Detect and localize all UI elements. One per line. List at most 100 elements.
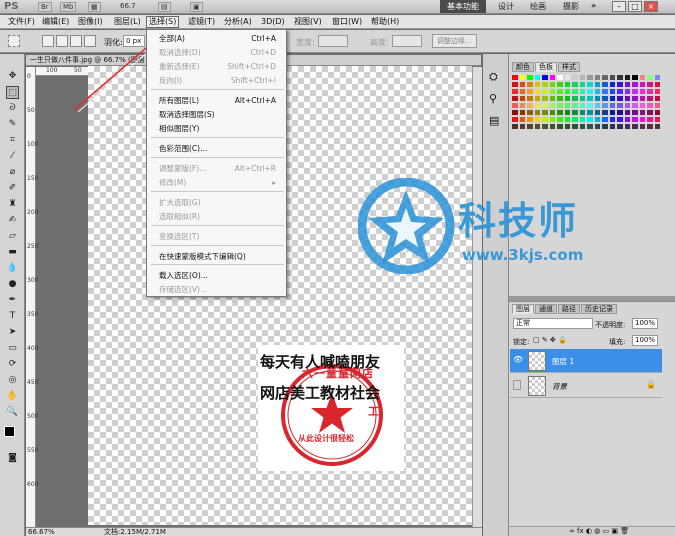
view-extras-button[interactable]: ▦ <box>88 2 101 12</box>
color-swatch[interactable] <box>601 102 609 109</box>
menu-view[interactable]: 视图(V) <box>292 16 324 28</box>
path-selection-icon[interactable]: ➤ <box>6 326 19 339</box>
dodge-tool-icon[interactable]: ● <box>6 278 19 291</box>
color-swatch[interactable] <box>586 123 594 130</box>
color-swatch[interactable] <box>646 102 654 109</box>
menu-layer[interactable]: 图层(L) <box>112 16 143 28</box>
color-swatch[interactable] <box>518 81 526 88</box>
color-swatch[interactable] <box>601 74 609 81</box>
tab-swatches[interactable]: 色板 <box>535 62 557 72</box>
color-swatch[interactable] <box>586 88 594 95</box>
color-swatch[interactable] <box>563 95 571 102</box>
select-menu-item[interactable]: 相似图层(Y) <box>159 123 199 135</box>
color-swatch[interactable] <box>526 81 534 88</box>
eraser-tool-icon[interactable]: ▱ <box>6 230 19 243</box>
color-swatch[interactable] <box>526 74 534 81</box>
select-menu-item[interactable]: 取消选择图层(S) <box>159 109 215 121</box>
color-swatch[interactable] <box>556 88 564 95</box>
color-swatch[interactable] <box>563 88 571 95</box>
select-menu-item[interactable]: 色彩范围(C)... <box>159 143 207 155</box>
color-swatch[interactable] <box>608 81 616 88</box>
color-swatch[interactable] <box>563 102 571 109</box>
color-swatch[interactable] <box>541 116 549 123</box>
vertical-scrollbar[interactable] <box>472 67 482 527</box>
mini-bridge-button[interactable]: Mb <box>60 2 77 12</box>
color-swatch[interactable] <box>518 116 526 123</box>
menu-image[interactable]: 图像(I) <box>76 16 105 28</box>
color-swatch[interactable] <box>526 102 534 109</box>
color-swatch[interactable] <box>541 81 549 88</box>
color-swatch[interactable] <box>586 95 594 102</box>
blend-mode-select[interactable]: 正常 <box>513 318 593 329</box>
blur-tool-icon[interactable]: 💧 <box>6 262 19 275</box>
color-swatch[interactable] <box>571 123 579 130</box>
color-swatch[interactable] <box>571 88 579 95</box>
color-swatch[interactable] <box>533 95 541 102</box>
color-swatch[interactable] <box>593 88 601 95</box>
clone-source-icon[interactable]: ▤ <box>489 114 499 127</box>
tab-paths[interactable]: 路径 <box>558 304 580 314</box>
color-swatch[interactable] <box>586 81 594 88</box>
color-swatch[interactable] <box>563 81 571 88</box>
color-swatch[interactable] <box>556 95 564 102</box>
color-swatch[interactable] <box>623 95 631 102</box>
color-swatch[interactable] <box>511 81 519 88</box>
color-swatch[interactable] <box>608 88 616 95</box>
width-input[interactable] <box>318 35 348 47</box>
color-swatch[interactable] <box>518 102 526 109</box>
color-swatch[interactable] <box>638 95 646 102</box>
color-swatch[interactable] <box>623 88 631 95</box>
color-swatch[interactable] <box>646 95 654 102</box>
color-swatch[interactable] <box>578 123 586 130</box>
bridge-button[interactable]: Br <box>38 2 52 12</box>
color-swatch[interactable] <box>541 123 549 130</box>
color-swatch[interactable] <box>571 74 579 81</box>
tab-color[interactable]: 颜色 <box>512 62 534 72</box>
color-swatch[interactable] <box>638 123 646 130</box>
menu-analysis[interactable]: 分析(A) <box>222 16 254 28</box>
more-workspaces-icon[interactable]: » <box>591 1 596 10</box>
layer-name[interactable]: 图层 1 <box>552 356 574 367</box>
foreground-color-swatch[interactable] <box>4 426 15 437</box>
layer-row-layer1[interactable]: 👁 图层 1 <box>510 349 662 373</box>
color-swatch[interactable] <box>646 116 654 123</box>
color-swatch[interactable] <box>593 95 601 102</box>
color-swatch[interactable] <box>601 123 609 130</box>
color-swatch[interactable] <box>586 74 594 81</box>
history-brush-icon[interactable]: ✍ <box>6 214 19 227</box>
color-swatch[interactable] <box>653 102 661 109</box>
color-swatch[interactable] <box>533 116 541 123</box>
color-swatch[interactable] <box>556 109 564 116</box>
minimize-button[interactable]: – <box>612 1 626 12</box>
healing-brush-icon[interactable]: ⌀ <box>6 166 19 179</box>
color-swatch[interactable] <box>556 102 564 109</box>
workspace-design-link[interactable]: 设计 <box>498 1 514 12</box>
color-swatch[interactable] <box>608 95 616 102</box>
menu-help[interactable]: 帮助(H) <box>369 16 401 28</box>
color-swatch[interactable] <box>578 109 586 116</box>
color-swatch[interactable] <box>653 74 661 81</box>
color-swatch[interactable] <box>548 109 556 116</box>
color-swatch[interactable] <box>608 116 616 123</box>
color-swatch[interactable] <box>653 88 661 95</box>
color-swatch[interactable] <box>586 116 594 123</box>
tab-channels[interactable]: 通道 <box>535 304 557 314</box>
color-swatch[interactable] <box>541 109 549 116</box>
color-swatch[interactable] <box>646 81 654 88</box>
menu-file[interactable]: 文件(F) <box>6 16 37 28</box>
lock-icons[interactable]: ▢ ✎ ✥ 🔒 <box>533 336 567 344</box>
color-swatch[interactable] <box>593 74 601 81</box>
color-swatch[interactable] <box>571 95 579 102</box>
refine-edge-button[interactable]: 调整边缘... <box>432 34 477 48</box>
menu-edit[interactable]: 编辑(E) <box>40 16 71 28</box>
color-swatch[interactable] <box>511 88 519 95</box>
color-swatch[interactable] <box>526 123 534 130</box>
color-swatch[interactable] <box>608 109 616 116</box>
3d-rotate-icon[interactable]: ⟳ <box>6 358 19 371</box>
color-swatch[interactable] <box>631 116 639 123</box>
color-swatch[interactable] <box>631 109 639 116</box>
color-swatch[interactable] <box>556 116 564 123</box>
color-swatch[interactable] <box>578 102 586 109</box>
color-swatch[interactable] <box>653 109 661 116</box>
color-swatch[interactable] <box>638 102 646 109</box>
